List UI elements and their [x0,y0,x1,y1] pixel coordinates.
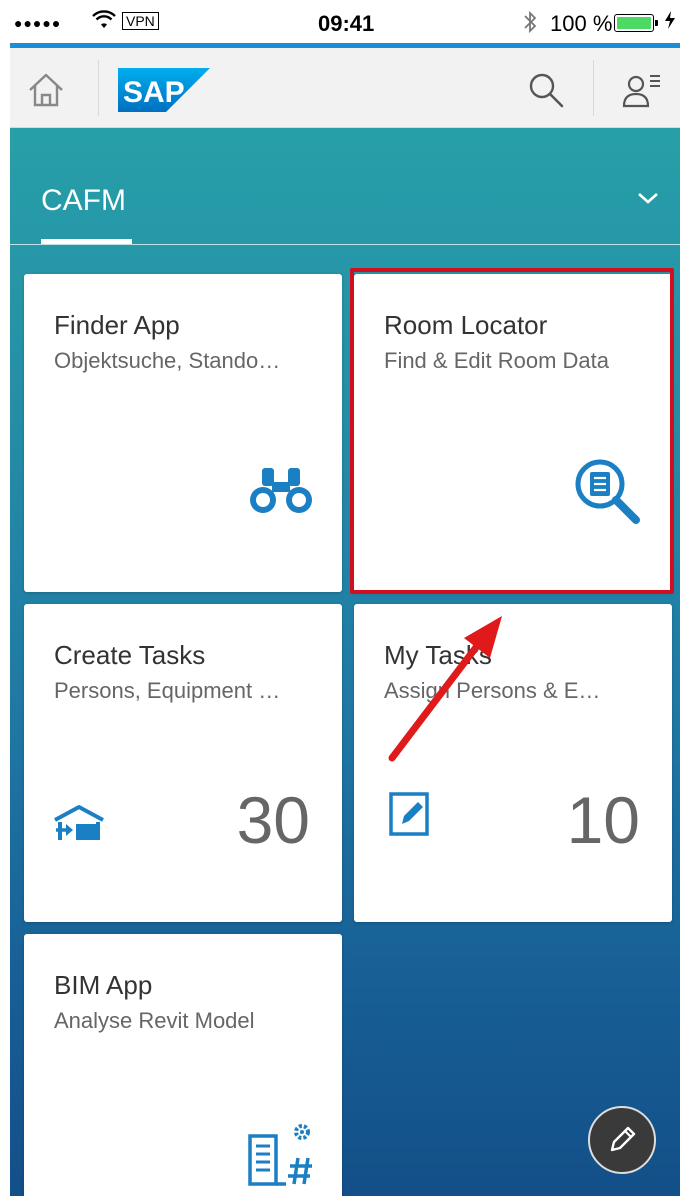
group-divider [10,244,680,245]
tile-title: Finder App [54,310,180,340]
charging-icon [664,10,676,36]
status-time: 09:41 [318,11,375,36]
group-dropdown-button[interactable] [636,190,660,206]
shell-header: SAP [10,48,680,128]
header-divider [593,60,594,116]
sap-logo-text: SAP [123,76,185,109]
tile-subtitle: Persons, Equipment … [54,678,281,703]
user-menu-button[interactable] [620,70,664,110]
signal-strength: ●●●●● [14,15,62,31]
tile-count: 30 [236,783,310,857]
tile-title: Room Locator [384,310,548,340]
building-settings-icon [248,1124,312,1186]
document-search-icon [575,459,640,524]
tile-create-tasks[interactable]: Create Tasks Persons, Equipment … 30 [24,604,342,922]
tile-count: 10 [566,783,640,857]
warehouse-icon [54,805,104,840]
battery-icon [614,14,658,32]
tile-subtitle: Objektsuche, Stando… [54,348,281,373]
binoculars-icon [250,468,312,513]
status-bar: ●●●●● VPN 09:41 100 % [10,0,680,44]
battery-percentage: 100 % [550,11,613,36]
edit-home-button[interactable] [588,1106,656,1174]
home-icon [29,73,63,107]
launchpad-content: CAFM Finder App Objektsuche, Stando… Roo… [10,128,680,1196]
tile-subtitle: Analyse Revit Model [54,1008,255,1033]
sap-logo[interactable]: SAP [118,68,210,112]
tile-subtitle: Find & Edit Room Data [384,348,609,373]
tile-finder-app[interactable]: Finder App Objektsuche, Stando… [24,274,342,592]
tile-title: BIM App [54,970,153,1000]
vpn-badge: VPN [122,12,159,30]
header-divider [98,60,99,116]
chevron-down-icon [638,193,658,204]
annotation-arrow [388,616,502,762]
search-icon [529,73,564,108]
tile-title: Create Tasks [54,640,206,670]
bluetooth-icon [522,10,538,40]
home-button[interactable] [24,70,68,110]
wifi-icon [92,10,116,36]
group-tab-cafm[interactable]: CAFM [41,184,126,218]
user-icon [622,75,660,108]
pencil-icon [610,1126,636,1152]
edit-icon [389,792,429,836]
tile-room-locator[interactable]: Room Locator Find & Edit Room Data [354,274,672,592]
search-button[interactable] [526,70,566,110]
tile-bim-app[interactable]: BIM App Analyse Revit Model [24,934,342,1196]
